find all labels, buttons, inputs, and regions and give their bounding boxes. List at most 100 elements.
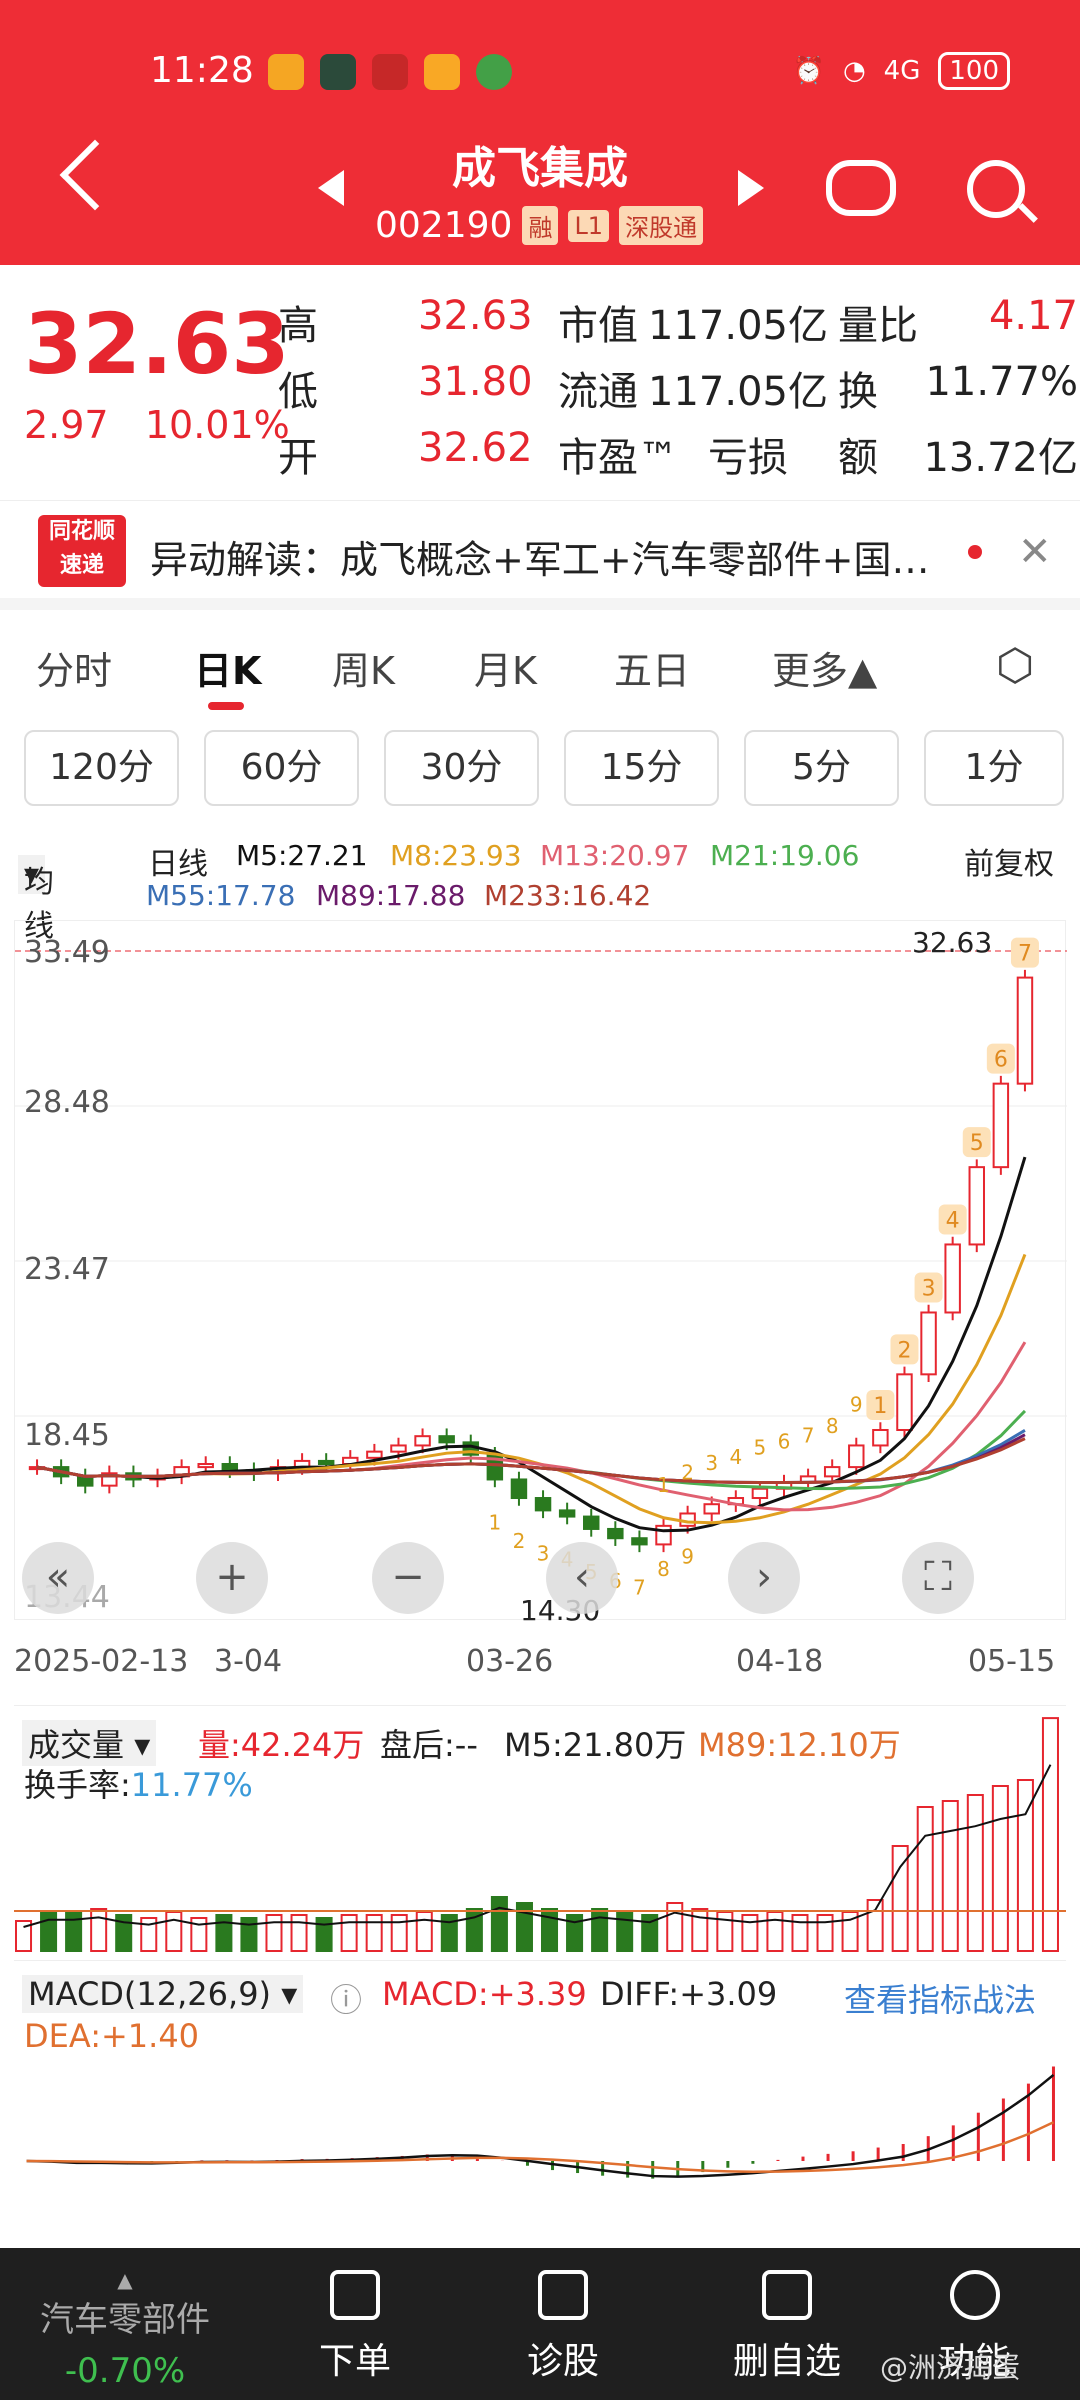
settings-icon[interactable]: ⬡	[996, 640, 1034, 691]
period-30[interactable]: 30分	[384, 730, 539, 806]
kline-svg[interactable]: 1234567123456789123456789	[15, 921, 1067, 1621]
status-icons: ⏰ ◔ 4G 100	[793, 52, 1010, 90]
candle-body	[583, 1515, 600, 1530]
chart-tabs: 分时 日K 周K 月K 五日 更多▲ ⬡	[0, 630, 1080, 710]
tab-intraday[interactable]: 分时	[36, 640, 112, 695]
ma-selector[interactable]: 均线 ▾	[18, 855, 54, 944]
candle-body	[896, 1373, 913, 1431]
robot-icon[interactable]	[826, 160, 896, 216]
tab-monthly[interactable]: 月K	[474, 640, 537, 695]
candle-body	[558, 1509, 576, 1518]
volume-bar	[165, 1911, 183, 1952]
candle-body	[197, 1463, 214, 1469]
kline-chart-area[interactable]: 1234567123456789123456789	[14, 920, 1067, 1621]
battery-icon: 100	[938, 52, 1010, 90]
x-tick-label: 04-18	[736, 1644, 824, 1679]
ma-m55: M55:17.78	[146, 879, 296, 912]
td-bottom-text: 7	[633, 1575, 646, 1599]
td-top-text: 4	[729, 1445, 742, 1469]
wifi-icon: ◔	[842, 56, 866, 86]
td-bottom-text: 3	[537, 1541, 550, 1565]
candle-body	[992, 1082, 1010, 1169]
max-price-label: 32.63	[912, 926, 993, 959]
scroll-right-icon[interactable]: ›	[728, 1542, 800, 1614]
tab-more[interactable]: 更多▲	[772, 640, 877, 695]
news-text[interactable]: 异动解读：成飞概念+军工+汽车零部件+国…	[150, 529, 950, 584]
app-icon	[372, 54, 408, 90]
volume-bar	[340, 1914, 358, 1952]
volume-bar	[916, 1806, 934, 1952]
volume-bar	[716, 1911, 734, 1952]
td-marker-text: 4	[946, 1208, 960, 1233]
quote-row: 开 32.62 市盈™ 亏损 额 13.72亿	[278, 417, 1078, 483]
stock-code-row: 002190 融 L1 深股通	[375, 205, 704, 246]
scroll-left-icon[interactable]: ‹	[546, 1542, 618, 1614]
quote-value: 117.05亿	[648, 369, 828, 415]
order-button[interactable]: 下单	[300, 2270, 410, 2384]
order-icon	[330, 2270, 380, 2320]
quote-value: 32.62	[418, 425, 533, 471]
period-15[interactable]: 15分	[564, 730, 719, 806]
unread-dot	[968, 545, 982, 559]
ma-line	[36, 1341, 1027, 1512]
quote-label: 换	[838, 369, 878, 415]
candle-body	[944, 1243, 961, 1314]
td-top-text: 7	[802, 1423, 815, 1447]
candle-body	[751, 1487, 769, 1500]
ma-line	[36, 1253, 1027, 1525]
candle-body	[510, 1478, 528, 1500]
diagnose-label: 诊股	[526, 2341, 599, 2382]
td-top-text: 8	[826, 1414, 839, 1438]
period-120[interactable]: 120分	[24, 730, 179, 806]
zoom-out-icon[interactable]: −	[372, 1542, 444, 1614]
tab-daily[interactable]: 日K	[194, 640, 261, 695]
period-60[interactable]: 60分	[204, 730, 359, 806]
tab-five-day[interactable]: 五日	[614, 640, 690, 695]
quote-grid[interactable]: 高 32.63 市值 117.05亿 量比 4.17 低 31.80 流通 11…	[278, 285, 1078, 483]
ma-m233: M233:16.42	[484, 879, 652, 912]
td-marker-text: 2	[897, 1338, 911, 1363]
td-bottom-text: 2	[513, 1529, 526, 1553]
volume-bar	[90, 1908, 108, 1952]
adjust-selector[interactable]: 前复权	[964, 839, 1054, 883]
y-tick-label: 18.45	[24, 1418, 110, 1453]
quote-value: 4.17	[988, 293, 1078, 339]
diagnose-button[interactable]: 诊股	[508, 2270, 618, 2384]
watermark: @洲济捣蛋	[880, 2351, 1021, 2384]
search-icon[interactable]	[967, 160, 1025, 218]
quote-label: 流通	[558, 369, 638, 415]
volume-bar	[991, 1785, 1009, 1952]
remove-watchlist-label: 删自选	[732, 2341, 841, 2382]
td-top-text: 5	[754, 1436, 767, 1460]
fullscreen-icon[interactable]: ⛶	[902, 1542, 974, 1614]
volume-bar	[791, 1914, 809, 1952]
stock-code: 002190	[375, 205, 513, 246]
quote-label: 低	[278, 369, 318, 415]
candle-body	[221, 1463, 239, 1472]
volume-bar	[966, 1794, 984, 1952]
tab-weekly[interactable]: 周K	[332, 640, 395, 695]
ma-m5: M5:27.21	[236, 839, 368, 872]
macd-panel[interactable]: MACD(12,26,9) ▾ ⓘ MACD:+3.39 DIFF:+3.09 …	[14, 1960, 1066, 2205]
minute-periods: 120分 60分 30分 15分 5分 1分	[0, 730, 1080, 810]
remove-watchlist-button[interactable]: 删自选	[712, 2270, 862, 2384]
quote-value: 32.63	[418, 293, 533, 339]
period-1[interactable]: 1分	[924, 730, 1064, 806]
app-icon	[320, 54, 356, 90]
change-value: 2.97	[24, 403, 109, 447]
rewind-icon[interactable]: «	[22, 1542, 94, 1614]
zoom-in-icon[interactable]: +	[196, 1542, 268, 1614]
news-banner[interactable]: 同花顺 速递 异动解读：成飞概念+军工+汽车零部件+国… ✕	[0, 500, 1080, 610]
period-5[interactable]: 5分	[744, 730, 899, 806]
td-top-text: 6	[778, 1430, 791, 1454]
news-logo: 同花顺 速递	[38, 515, 126, 587]
volume-bar	[315, 1917, 333, 1952]
close-icon[interactable]: ✕	[1018, 529, 1052, 575]
sector-info[interactable]: ▲ 汽车零部件 -0.70%	[30, 2268, 220, 2391]
volume-bar	[365, 1914, 383, 1952]
volume-bar	[691, 1908, 709, 1952]
quote-label: 高	[278, 303, 318, 349]
next-stock-icon[interactable]	[738, 170, 764, 206]
volume-panel[interactable]: 成交量 ▾ 量:42.24万 盘后:-- M5:21.80万 M89:12.10…	[14, 1705, 1066, 1955]
x-tick-label: 3-04	[214, 1644, 283, 1679]
